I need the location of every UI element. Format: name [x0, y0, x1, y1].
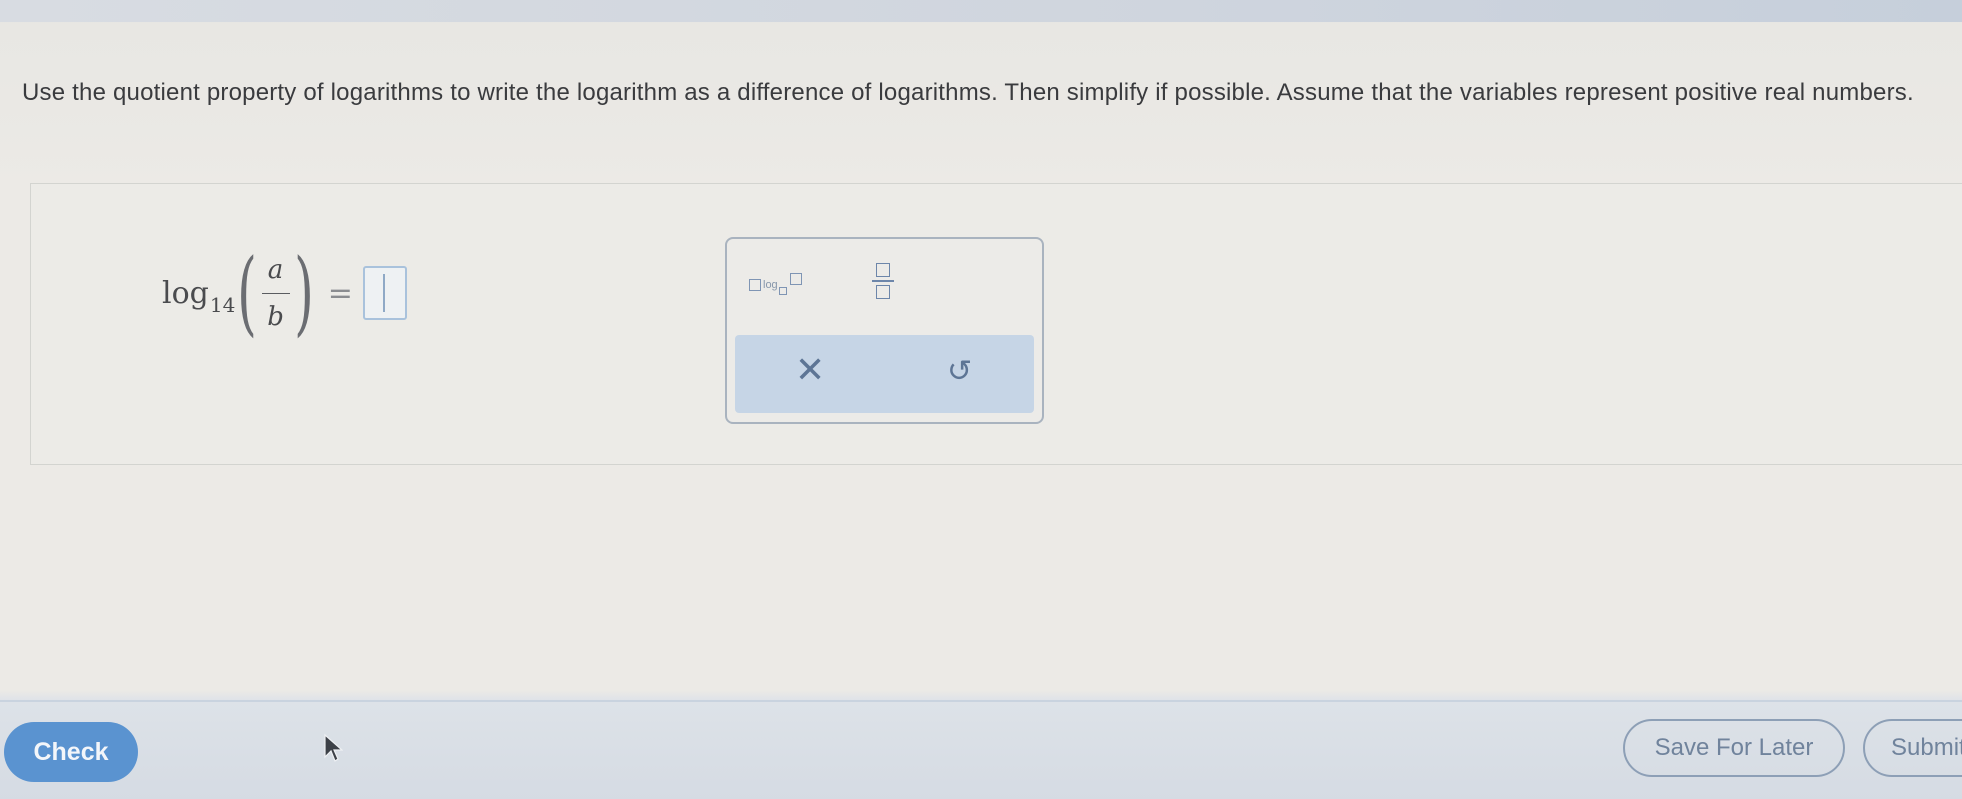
log-base: 14: [209, 293, 236, 317]
top-strip: [0, 0, 1962, 22]
fraction: a b: [261, 255, 290, 332]
undo-icon: ↺: [947, 354, 973, 389]
clear-button[interactable]: ✕: [795, 353, 825, 389]
left-paren: (: [237, 239, 258, 346]
palette-actions: ✕ ↺: [735, 335, 1034, 413]
question-text: Use the quotient property of logarithms …: [22, 79, 1914, 106]
close-icon: ✕: [795, 350, 826, 391]
text-cursor: [382, 274, 385, 312]
placeholder-box-icon: [749, 279, 761, 291]
log-template-label: log: [763, 279, 778, 291]
right-paren: ): [293, 239, 314, 346]
equals-sign: =: [327, 275, 353, 311]
fraction-denominator: b: [267, 301, 284, 332]
fraction-template-button[interactable]: [872, 263, 894, 299]
placeholder-box-icon: [789, 273, 802, 285]
fraction-numerator: a: [267, 254, 284, 285]
undo-button[interactable]: ↺: [947, 357, 972, 387]
answer-input[interactable]: [362, 266, 407, 320]
math-expression: log 14 ( a b ) =: [162, 238, 407, 348]
fraction-bar: [261, 292, 290, 294]
log-template-button[interactable]: log: [749, 273, 802, 295]
page: Use the quotient property of logarithms …: [0, 0, 1962, 799]
check-button[interactable]: Check: [4, 722, 138, 782]
placeholder-box-icon: [778, 287, 787, 295]
mouse-pointer-icon: [324, 733, 343, 762]
log-label: log: [162, 275, 209, 311]
placeholder-box-icon: [876, 285, 890, 299]
save-for-later-button[interactable]: Save For Later: [1623, 719, 1845, 777]
fraction-bar-icon: [872, 280, 894, 282]
placeholder-box-icon: [876, 263, 890, 277]
math-palette: log ✕ ↺: [725, 237, 1044, 424]
submit-button[interactable]: Submit: [1863, 719, 1962, 777]
